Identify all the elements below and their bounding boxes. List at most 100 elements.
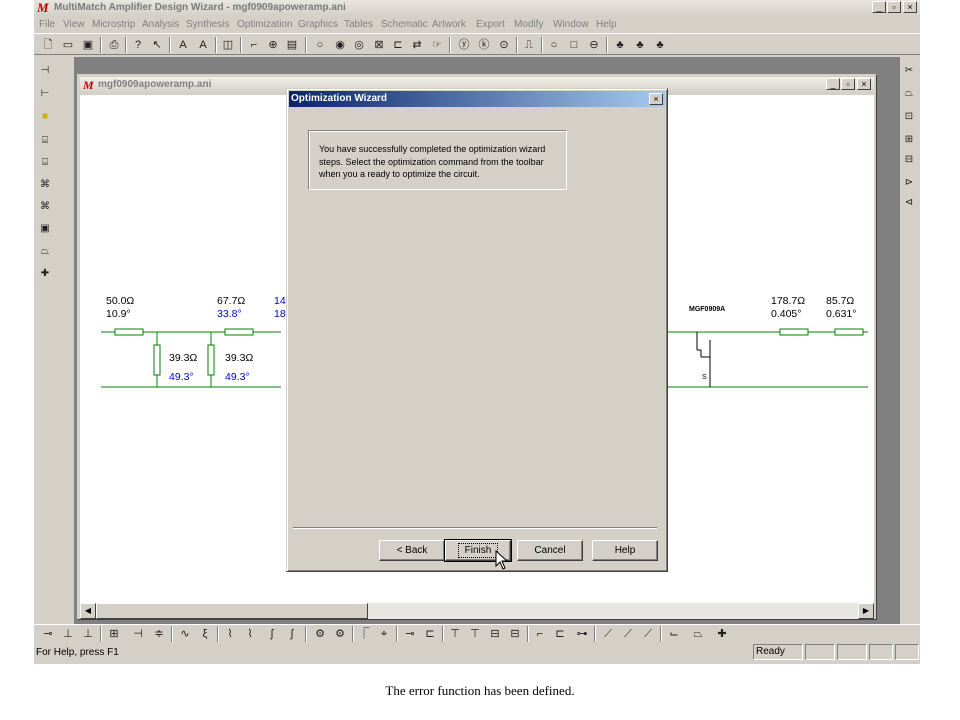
wire-c-icon[interactable]: ⟋ [640,626,656,642]
menu-view[interactable]: View [63,19,85,30]
menu-optimization[interactable]: Optimization [237,19,293,30]
menu-file[interactable]: File [39,19,55,30]
menu-help[interactable]: Help [596,19,617,30]
hand-icon[interactable]: ☞ [429,37,445,53]
scroll-thumb[interactable] [96,603,368,619]
ground-icon[interactable]: ⏢ [37,244,53,260]
stub-b-icon[interactable]: ⊤ [467,626,483,642]
line-b-icon[interactable]: ⌖ [376,626,392,642]
zoom-in-icon[interactable]: A [175,37,191,53]
menu-synthesis[interactable]: Synthesis [186,19,229,30]
print-icon[interactable]: ⎙ [106,37,122,53]
dialog-close-button[interactable]: × [649,93,663,105]
cancel-button[interactable]: Cancel [517,540,583,561]
menu-analysis[interactable]: Analysis [142,19,179,30]
scroll-right-icon[interactable]: ▶ [858,603,874,619]
back-button[interactable]: < Back [379,540,445,561]
tool-a-icon[interactable]: ♣ [612,37,628,53]
child-close-button[interactable]: × [857,78,871,90]
menu-window[interactable]: Window [553,19,589,30]
gnd-icon[interactable]: ⏢ [690,626,706,642]
frame-icon[interactable]: ▣ [37,221,53,237]
cil-icon[interactable]: ⌸ [37,155,53,171]
circle-marker-icon[interactable]: ◉ [332,37,348,53]
help-icon[interactable]: ? [130,37,146,53]
box-plus-icon[interactable]: ⊞ [901,132,917,148]
circle-big-icon[interactable]: ○ [546,37,562,53]
minimize-button[interactable]: _ [872,1,886,13]
input-icon[interactable]: ⌘ [37,177,53,193]
split-icon[interactable]: ⊏ [390,37,406,53]
node-icon[interactable]: ⌙ [666,626,682,642]
maximize-button[interactable]: ▫ [887,1,901,13]
shunt-l-icon[interactable]: ⊥ [60,626,76,642]
series-r-icon[interactable]: ⊞ [106,626,122,642]
tool-c-icon[interactable]: ♣ [652,37,668,53]
close-button[interactable]: × [903,1,917,13]
new-icon[interactable]: 🗋 [40,37,56,53]
cir-icon[interactable]: ⌸ [37,133,53,149]
save-icon[interactable]: ▣ [80,37,96,53]
series-cap-icon[interactable]: ⊣ [130,626,146,642]
context-help-icon[interactable]: ↖ [149,37,165,53]
tank-icon[interactable]: ∫ [264,626,280,642]
box-x-icon[interactable]: ⊠ [371,37,387,53]
port-out-icon[interactable]: ⊳ [901,175,917,191]
shunt-cap-icon[interactable]: ≑ [151,626,167,642]
square-icon[interactable]: □ [566,37,582,53]
line-a-icon[interactable]: ⎾ [356,626,372,642]
wire-b-icon[interactable]: ⟋ [620,626,636,642]
port-in-icon[interactable]: ⊲ [901,195,917,211]
menu-microstrip[interactable]: Microstrip [92,19,135,30]
shunt-ind-icon[interactable]: ξ [197,626,213,642]
y-icon[interactable]: ⓨ [456,37,472,53]
menu-tables[interactable]: Tables [344,19,373,30]
minus-circle-icon[interactable]: ⊖ [586,37,602,53]
k-icon[interactable]: ⓚ [476,37,492,53]
menu-modify[interactable]: Modify [514,19,543,30]
target-icon[interactable]: ◎ [351,37,367,53]
open-icon[interactable]: ▭ [60,37,76,53]
scroll-left-icon[interactable]: ◀ [80,603,96,619]
menu-artwork[interactable]: Artwork [432,19,466,30]
gear-a-icon[interactable]: ⚙ [312,626,328,642]
port-left-icon[interactable]: ⊣ [37,63,53,79]
cross-icon[interactable]: ✚ [37,266,53,282]
port-icon[interactable]: ⊢ [37,86,53,102]
res-shunt-icon[interactable]: ⌇ [242,626,258,642]
series-ind-icon[interactable]: ∿ [177,626,193,642]
box-dot-icon[interactable]: ⊡ [901,109,917,125]
box-minus-icon[interactable]: ⊟ [901,152,917,168]
probe-b-icon[interactable]: ⊏ [422,626,438,642]
tank2-icon[interactable]: ∫ [284,626,300,642]
list-icon[interactable]: ▤ [284,37,300,53]
res-icon[interactable]: ⌇ [222,626,238,642]
output-icon[interactable]: ⌘ [37,199,53,215]
shunt-c-icon[interactable]: ⊥ [80,626,96,642]
probe-a-icon[interactable]: ⊸ [402,626,418,642]
zoom-out-icon[interactable]: A [195,37,211,53]
menu-schematic[interactable]: Schematic [381,19,428,30]
probe-icon[interactable]: ⌐ [246,37,262,53]
child-minimize-button[interactable]: _ [826,78,840,90]
help-button[interactable]: Help [592,540,658,561]
horizontal-scrollbar[interactable]: ◀ ▶ [80,603,874,619]
pulse-icon[interactable]: ⎍ [521,37,537,53]
series-l-icon[interactable]: ⊸ [40,626,56,642]
stub-d-icon[interactable]: ⊟ [507,626,523,642]
stub-c-icon[interactable]: ⊟ [487,626,503,642]
scissors-icon[interactable]: ✂ [901,63,917,79]
stub-a-icon[interactable]: ⊤ [447,626,463,642]
ground-right-icon[interactable]: ⏢ [901,86,917,102]
circle-icon[interactable]: ○ [312,37,328,53]
fit-icon[interactable]: ◫ [220,37,236,53]
tune-c-icon[interactable]: ⊶ [574,626,590,642]
tool-b-icon[interactable]: ♣ [632,37,648,53]
dot-icon[interactable]: ⊙ [496,37,512,53]
child-maximize-button[interactable]: ▫ [841,78,855,90]
menu-export[interactable]: Export [476,19,505,30]
swap-icon[interactable]: ⇄ [409,37,425,53]
tune-b-icon[interactable]: ⊏ [552,626,568,642]
menu-graphics[interactable]: Graphics [298,19,338,30]
gear-b-icon[interactable]: ⚙ [332,626,348,642]
